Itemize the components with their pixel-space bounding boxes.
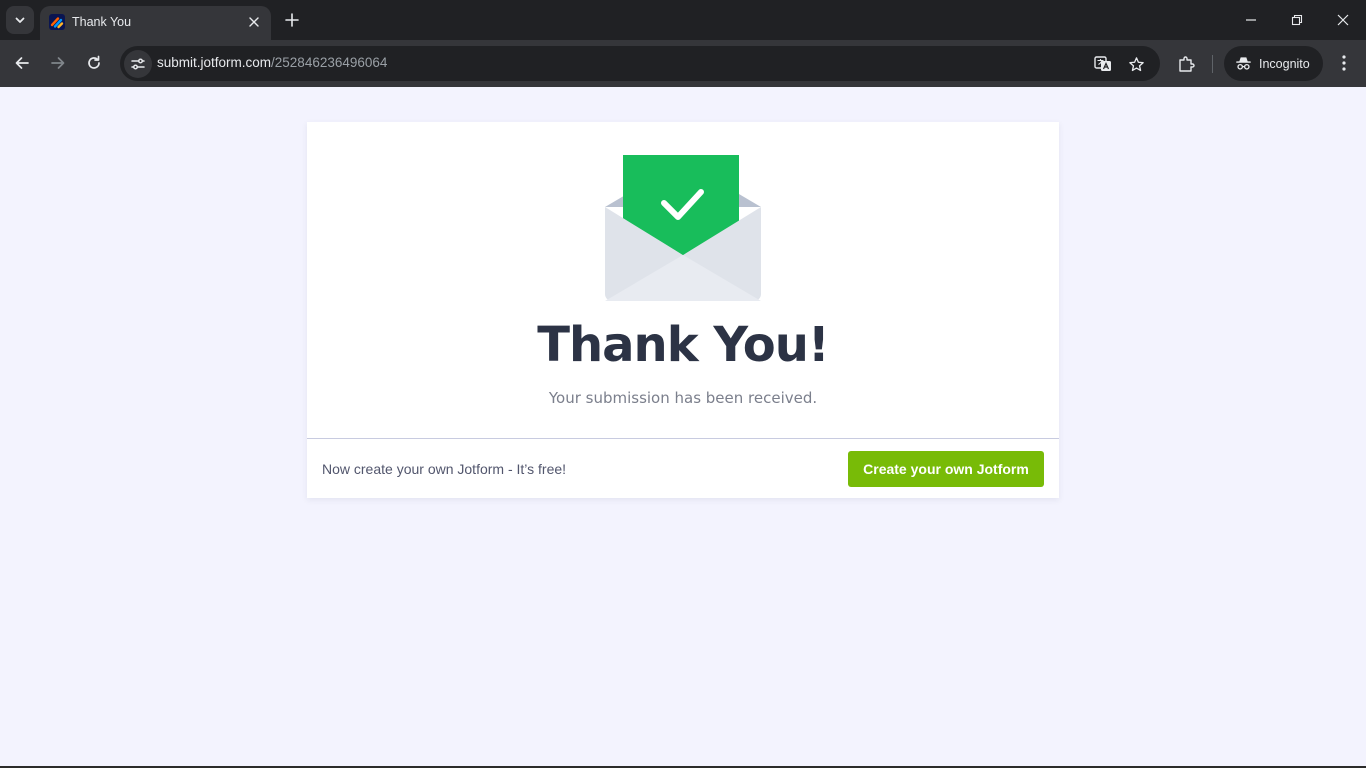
restore-icon <box>1291 14 1303 26</box>
address-bar[interactable]: submit.jotform.com/252846236496064 <box>120 46 1160 81</box>
reload-icon <box>88 55 100 69</box>
back-button[interactable] <box>7 48 37 78</box>
incognito-label: Incognito <box>1259 56 1310 71</box>
new-tab-button[interactable] <box>280 8 304 32</box>
promo-text: Now create your own Jotform - It’s free! <box>322 461 567 477</box>
tab-strip: Thank You <box>0 0 1366 40</box>
close-window-button[interactable] <box>1320 0 1366 40</box>
incognito-icon <box>1236 57 1251 70</box>
minimize-icon <box>1246 19 1256 21</box>
submission-message: Your submission has been received. <box>548 389 818 407</box>
site-settings-button[interactable] <box>124 50 152 78</box>
close-icon <box>249 17 259 27</box>
tab-search-button[interactable] <box>6 6 34 34</box>
forward-icon <box>51 57 65 69</box>
page-viewport: Thank You! Your submission has been rece… <box>0 87 1366 766</box>
site-settings-icon <box>131 58 145 70</box>
url-host: submit.jotform.com <box>157 55 272 70</box>
create-jotform-button[interactable]: Create your own Jotform <box>848 451 1044 487</box>
active-tab[interactable]: Thank You <box>40 6 271 40</box>
extensions-icon <box>1179 56 1195 72</box>
thank-you-card: Thank You! Your submission has been rece… <box>307 122 1059 498</box>
reload-button[interactable] <box>79 48 109 78</box>
forward-button[interactable] <box>43 48 73 78</box>
close-icon <box>1337 14 1349 26</box>
browser-toolbar: submit.jotform.com/252846236496064 Incog… <box>0 40 1366 87</box>
url-path: /252846236496064 <box>271 55 388 70</box>
jotform-icon <box>49 14 65 30</box>
minimize-button[interactable] <box>1228 0 1274 40</box>
toolbar-divider <box>1212 55 1213 73</box>
back-icon <box>15 57 29 69</box>
card-footer: Now create your own Jotform - It’s free!… <box>307 438 1059 498</box>
star-icon <box>1128 56 1144 71</box>
more-vert-icon <box>1342 55 1346 71</box>
url-text: submit.jotform.com/252846236496064 <box>157 55 387 70</box>
bookmark-button[interactable] <box>1125 53 1147 75</box>
translate-icon <box>1094 56 1111 71</box>
tab-title: Thank You <box>72 15 132 29</box>
page-title: Thank You! <box>537 317 830 373</box>
tab-close-button[interactable] <box>245 13 263 31</box>
extensions-button[interactable] <box>1173 51 1199 77</box>
envelope-check-icon <box>605 155 761 301</box>
restore-button[interactable] <box>1274 0 1320 40</box>
translate-button[interactable] <box>1092 53 1114 75</box>
incognito-profile-button[interactable]: Incognito <box>1224 46 1323 81</box>
chevron-down-icon <box>15 17 25 23</box>
plus-icon <box>285 13 299 27</box>
browser-menu-button[interactable] <box>1331 50 1357 76</box>
